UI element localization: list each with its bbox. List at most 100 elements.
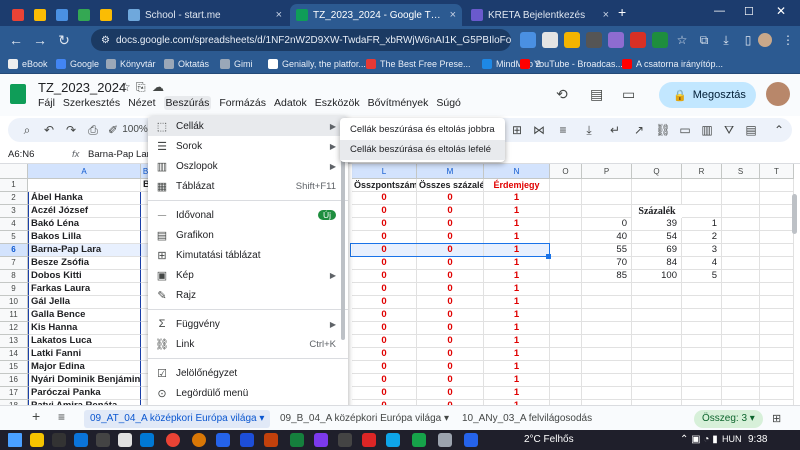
erdemjegy-cell[interactable]: 1 [484,205,550,218]
empty-cell[interactable] [760,335,794,348]
osszes-szazalek-cell[interactable]: 0 [417,348,484,361]
osszpontszam-cell[interactable]: 0 [352,322,417,335]
empty-cell[interactable] [760,374,794,387]
empty-cell[interactable] [582,361,632,374]
empty-cell[interactable] [582,309,632,322]
name-box[interactable]: A6:N6 [8,149,34,160]
vertical-scrollbar[interactable] [792,194,797,234]
print-icon[interactable]: ⎙ [84,121,102,139]
erdemjegy-cell[interactable]: 1 [484,322,550,335]
menu-item-cell-k[interactable]: ⬚ Cellák ▶ [148,116,348,136]
taskbar-app-icon[interactable] [192,433,206,447]
bookmark-item[interactable]: Könyvtár [106,57,156,71]
collapse-toolbar-icon[interactable]: ⌃ [770,121,788,139]
row-header[interactable]: 1 [0,179,28,192]
browser-tab[interactable]: KRÉTA Bejelentkezés × [465,4,615,26]
extension-icon[interactable] [564,32,580,48]
empty-cell[interactable] [760,192,794,205]
empty-cell[interactable] [682,192,722,205]
szazalek-from[interactable]: 70 [582,257,632,270]
empty-cell[interactable] [722,218,760,231]
erdemjegy-cell[interactable]: 1 [484,348,550,361]
language-indicator[interactable]: HUN [722,434,742,444]
taskbar-app-icon[interactable] [338,433,352,447]
student-name[interactable]: Bakó Léna [28,218,141,231]
column-header-l[interactable]: L [352,164,417,179]
weather-text[interactable]: 2°C Felhős [524,434,574,445]
empty-cell[interactable] [550,244,582,257]
bookmark-item[interactable]: Genially, the platfor... [268,57,366,71]
empty-cell[interactable] [632,387,682,400]
student-name[interactable]: Besze Zsófia [28,257,141,270]
osszes-szazalek-cell[interactable]: 0 [417,270,484,283]
header-osszes-szazalek[interactable]: Összes százalék [417,179,484,192]
add-sheet-icon[interactable]: + [32,407,40,425]
side-panel-icon[interactable]: ▯ [738,30,758,50]
wrap-icon[interactable]: ↵ [606,121,624,139]
osszpontszam-cell[interactable]: 0 [352,374,417,387]
row-header[interactable]: 9 [0,283,28,296]
row-header[interactable]: 17 [0,387,28,400]
osszpontszam-cell[interactable]: 0 [352,218,417,231]
sum-indicator[interactable]: Összeg: 3 ▾ [694,410,763,428]
empty-cell[interactable] [582,335,632,348]
osszes-szazalek-cell[interactable]: 0 [417,361,484,374]
student-name[interactable]: Paróczai Panka [28,387,141,400]
header-erdemjegy[interactable]: Érdemjegy [484,179,550,192]
szazalek-grade[interactable]: 4 [682,257,722,270]
empty-cell[interactable] [550,309,582,322]
osszes-szazalek-cell[interactable]: 0 [417,387,484,400]
taskbar-app-icon[interactable] [52,433,66,447]
osszes-szazalek-cell[interactable]: 0 [417,374,484,387]
taskbar-app-icon[interactable] [140,433,154,447]
empty-cell[interactable] [722,179,760,192]
chart-icon[interactable]: ▥ [698,121,716,139]
empty-cell[interactable] [632,348,682,361]
erdemjegy-cell[interactable]: 1 [484,218,550,231]
empty-cell[interactable] [550,218,582,231]
empty-cell[interactable] [760,283,794,296]
empty-cell[interactable] [632,335,682,348]
bookmark-item[interactable]: A csatorna irányítóp... [622,57,723,71]
profile-avatar[interactable] [758,33,772,47]
empty-cell[interactable] [722,270,760,283]
empty-cell[interactable] [582,348,632,361]
osszpontszam-cell[interactable]: 0 [352,205,417,218]
empty-cell[interactable] [550,348,582,361]
student-name[interactable]: Ábel Hanka [28,192,141,205]
selection-handle[interactable] [546,254,551,259]
move-icon[interactable]: ⎘ [136,80,146,95]
empty-cell[interactable] [632,283,682,296]
taskbar-app-icon[interactable] [412,433,426,447]
row-header[interactable]: 12 [0,322,28,335]
menu-item-link[interactable]: ⛓ Link Ctrl+K [148,334,348,354]
osszpontszam-cell[interactable]: 0 [352,335,417,348]
taskbar-app-icon[interactable] [74,433,88,447]
osszpontszam-cell[interactable]: 0 [352,309,417,322]
osszpontszam-cell[interactable]: 0 [352,296,417,309]
osszes-szazalek-cell[interactable]: 0 [417,218,484,231]
osszpontszam-cell[interactable]: 0 [352,270,417,283]
menu-item-grafikon[interactable]: ▤ Grafikon [148,225,348,245]
student-name[interactable]: Farkas Laura [28,283,141,296]
empty-cell[interactable] [760,348,794,361]
osszes-szazalek-cell[interactable]: 0 [417,309,484,322]
student-name[interactable]: Nyári Dominik Benjámin [28,374,141,387]
empty-cell[interactable] [550,335,582,348]
empty-cell[interactable] [550,322,582,335]
paint-format-icon[interactable]: ✐ [104,121,122,139]
empty-cell[interactable] [722,335,760,348]
empty-cell[interactable] [550,179,582,192]
menu-besz-r-s[interactable]: Beszúrás [163,96,212,110]
menu-s-g-[interactable]: Súgó [436,97,461,109]
student-name[interactable]: Kis Hanna [28,322,141,335]
row-header[interactable]: 2 [0,192,28,205]
szazalek-from[interactable]: 0 [582,218,632,231]
taskbar-app-icon[interactable] [240,433,254,447]
row-header[interactable]: 13 [0,335,28,348]
erdemjegy-cell[interactable]: 1 [484,296,550,309]
szazalek-from[interactable]: 85 [582,270,632,283]
empty-cell[interactable] [632,309,682,322]
empty-cell[interactable] [550,361,582,374]
szazalek-to[interactable]: 39 [632,218,682,231]
